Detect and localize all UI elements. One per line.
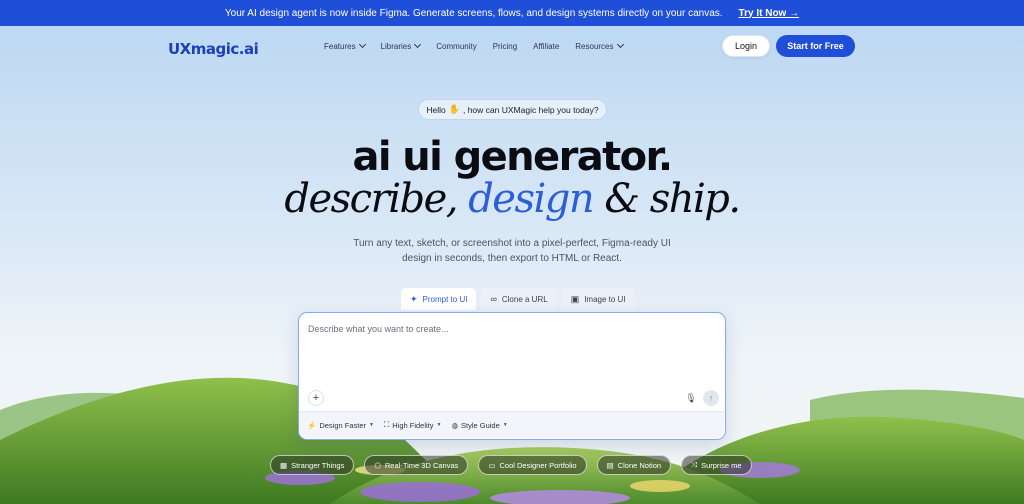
chip-label: Clone Notion [617,460,662,470]
shuffle-icon: ⤨ [691,460,698,469]
nav-item-label: Affiliate [533,41,560,51]
nav-item-pricing[interactable]: Pricing [493,40,517,52]
chevron-down-icon [616,40,624,49]
nav-item-label: Pricing [492,41,518,51]
input-mode-tabs: ✦ Prompt to UI ∞ Clone a URL ▣ Image to UI [401,288,635,310]
suggestion-real-time-3d-canvas[interactable]: ⬡ Real-Time 3D Canvas [364,455,469,475]
tab-label: Clone a URL [501,294,548,304]
chevron-down-icon [414,40,422,49]
suggestion-stranger-things[interactable]: ▦ Stranger Things [270,455,355,475]
tab-prompt-to-ui[interactable]: ✦ Prompt to UI [401,288,477,310]
arrow-up-icon: ↑ [708,393,714,403]
greeting-pill: Hello ✋ , how can UXMagic help you today… [418,99,607,120]
logo[interactable]: UXmagic.ai [168,40,259,58]
page-title: ai ui generator. [352,134,673,180]
tab-clone-a-url[interactable]: ∞ Clone a URL [481,288,557,310]
nav-item-community[interactable]: Community [436,40,476,52]
nav-item-affiliate[interactable]: Affiliate [533,40,559,52]
image-icon: ▣ [570,293,580,304]
palette-icon: ◍ [451,420,458,430]
nav-item-label: Libraries [380,41,412,51]
cube-icon: ⬡ [374,460,381,470]
high-fidelity-dropdown[interactable]: ⛶ High Fidelity ▼ [384,420,441,430]
portfolio-icon: ▭ [488,460,496,470]
nav-menu: Features Libraries Community Pricing Aff… [324,40,639,52]
try-it-now-link[interactable]: Try It Now → [739,8,800,19]
chip-label: Stranger Things [291,460,345,470]
link-icon: ∞ [490,294,497,304]
subtitle-part-1: describe, [284,176,469,222]
design-faster-dropdown[interactable]: ⚡ Design Faster ▼ [307,421,374,430]
composer-options: ⚡ Design Faster ▼ ⛶ High Fidelity ▼ ◍ Style G… [299,411,724,438]
chevron-down-icon: ▼ [369,422,374,428]
add-attachment-button[interactable]: + [308,390,324,406]
hero-description: Turn any text, sketch, or screenshot int… [353,238,671,264]
chip-label: Real-Time 3D Canvas [384,460,459,470]
nav-item-features[interactable]: Features [324,40,366,52]
grid-icon: ▦ [280,460,288,470]
chevron-down-icon: ▼ [436,422,442,428]
sparkle-icon: ✦ [410,293,418,304]
logo-text: UXmagic.ai [168,40,259,58]
microphone-icon: 🎙 [685,392,697,403]
nav-item-label: Features [324,41,356,51]
chevron-down-icon: ▼ [502,422,508,428]
nav-item-label: Resources [575,41,614,51]
suggestion-chips: ▦ Stranger Things ⬡ Real-Time 3D Canvas ▭ C… [270,455,752,475]
suggestion-surprise-me[interactable]: ⤨ Surprise me [681,455,752,475]
option-label: Style Guide [461,420,500,430]
announcement-banner: Your AI design agent is now inside Figma… [0,0,1024,26]
option-label: High Fidelity [392,420,434,430]
nav-item-resources[interactable]: Resources [575,40,624,52]
greeting-prefix: Hello [426,104,446,115]
tab-label: Prompt to UI [422,294,468,304]
tab-label: Image to UI [584,294,626,304]
frame-icon: ⛶ [383,420,390,429]
prompt-composer: Describe what you want to create... + 🎙 … [298,312,726,440]
banner-text: Your AI design agent is now inside Figma… [224,7,723,19]
chip-label: Cool Designer Portfolio [499,460,577,470]
chip-label: Surprise me [701,460,742,470]
tab-image-to-ui[interactable]: ▣ Image to UI [561,288,635,310]
send-button[interactable]: ↑ [703,390,719,406]
subtitle-highlight: design [468,176,594,222]
bolt-icon: ⚡ [307,420,317,430]
option-label: Design Faster [319,420,367,430]
greeting-suffix: , how can UXMagic help you today? [462,104,599,115]
suggestion-cool-designer-portfolio[interactable]: ▭ Cool Designer Portfolio [478,455,587,475]
suggestion-clone-notion[interactable]: ▤ Clone Notion [596,455,672,475]
nav-item-label: Community [436,41,477,51]
prompt-input[interactable]: Describe what you want to create... [308,324,449,334]
wave-icon: ✋ [448,104,460,114]
top-navigation: UXmagic.ai Features Libraries Community … [0,26,1024,66]
chevron-down-icon [358,40,366,49]
microphone-button[interactable]: 🎙 [683,390,699,406]
start-for-free-button[interactable]: Start for Free [776,35,855,57]
style-guide-dropdown[interactable]: ◍ Style Guide ▼ [451,421,507,430]
login-button[interactable]: Login [722,35,770,57]
nav-item-libraries[interactable]: Libraries [380,40,422,52]
page-subtitle: describe, design & ship. [0,176,1024,222]
subtitle-part-2: & ship. [593,176,741,222]
notion-icon: ▤ [606,460,614,470]
plus-icon: + [312,392,320,404]
